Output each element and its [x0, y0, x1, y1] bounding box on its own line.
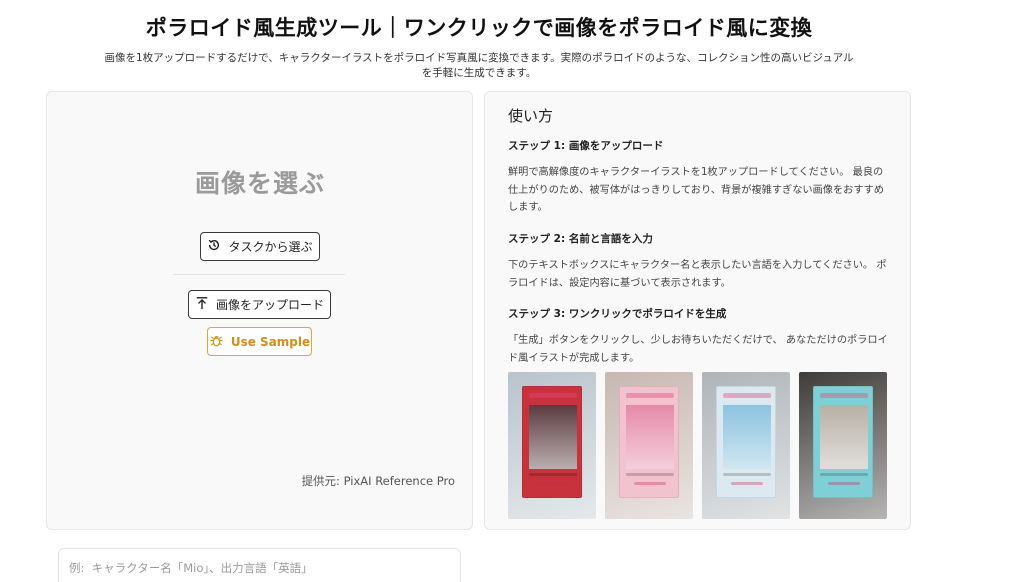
choose-image-heading: 画像を選ぶ — [194, 169, 325, 198]
sample-polaroid-2 — [605, 372, 693, 519]
choose-from-tasks-label: タスクから選ぶ — [228, 240, 313, 254]
step-1-heading: ステップ 1: 画像をアップロード — [508, 140, 664, 152]
model-credit: 提供元: PixAI Reference Pro — [301, 474, 455, 488]
step-1-body: 鮮明で高解像度のキャラクターイラストを1枚アップロードしてください。 最良の 仕… — [508, 164, 888, 217]
bug-icon — [209, 333, 224, 351]
upload-image-label: 画像をアップロード — [215, 298, 324, 312]
choose-from-tasks-button[interactable]: タスクから選ぶ — [200, 232, 320, 261]
character-language-input[interactable] — [58, 548, 461, 582]
step-2-line-2: ラロイドは、設定内容に基づいて表示されます。 — [508, 277, 731, 289]
page-subtitle: 画像を1枚アップロードするだけで、キャラクターイラストをポラロイド写真風に変換で… — [100, 51, 858, 81]
sample-polaroid-4 — [799, 372, 887, 519]
page-subtitle-line-2: を手軽に生成できます。 — [421, 67, 537, 79]
page-subtitle-line-1: 画像を1枚アップロードするだけで、キャラクターイラストをポラロイド写真風に変換で… — [104, 52, 854, 64]
upload-image-button[interactable]: 画像をアップロード — [188, 290, 331, 319]
sample-polaroid-1 — [508, 372, 596, 519]
step-2-line-1: 下のテキストボックスにキャラクター名と表示したい言語を入力してください。 ポ — [508, 260, 887, 271]
step-3-heading: ステップ 3: ワンクリックでポラロイドを生成 — [508, 308, 727, 320]
use-sample-label: Use Sample — [230, 334, 311, 349]
step-2-body: 下のテキストボックスにキャラクター名と表示したい言語を入力してください。 ポ ラ… — [508, 257, 888, 292]
step-3-body: 「生成」ボタンをクリックし、少しお待ちいただくだけで、 あなただけのポラロイ ド… — [508, 332, 888, 367]
how-to-title: 使い方 — [508, 107, 554, 125]
history-icon — [207, 238, 221, 255]
step-1-line-1: 鮮明で高解像度のキャラクターイラストを1枚アップロードしてください。 最良の — [508, 167, 884, 178]
divider — [173, 274, 345, 275]
step-1-line-2: 仕上がりのため、被写体がはっきりしており、背景が複雑すぎない画像をおすすめ — [508, 184, 884, 196]
step-3-line-2: ド風イラストが完成します。 — [508, 352, 640, 364]
use-sample-button[interactable]: Use Sample — [207, 327, 312, 356]
upload-arrow-icon — [195, 296, 209, 313]
how-to-panel: 使い方 ステップ 1: 画像をアップロード 鮮明で高解像度のキャラクターイラスト… — [484, 91, 911, 530]
step-2-heading: ステップ 2: 名前と言語を入力 — [508, 233, 653, 245]
step-1-line-3: します。 — [508, 202, 548, 213]
upload-panel: 画像を選ぶ タスクから選ぶ 画像をアップロード Use Sample 提供元: … — [46, 91, 473, 530]
step-3-line-1: 「生成」ボタンをクリックし、少しお待ちいただくだけで、 あなただけのポラロイ — [508, 335, 888, 346]
sample-gallery — [508, 372, 888, 519]
page-title: ポラロイド風生成ツール｜ワンクリックで画像をポラロイド風に変換 — [145, 16, 813, 40]
sample-polaroid-3 — [702, 372, 790, 519]
